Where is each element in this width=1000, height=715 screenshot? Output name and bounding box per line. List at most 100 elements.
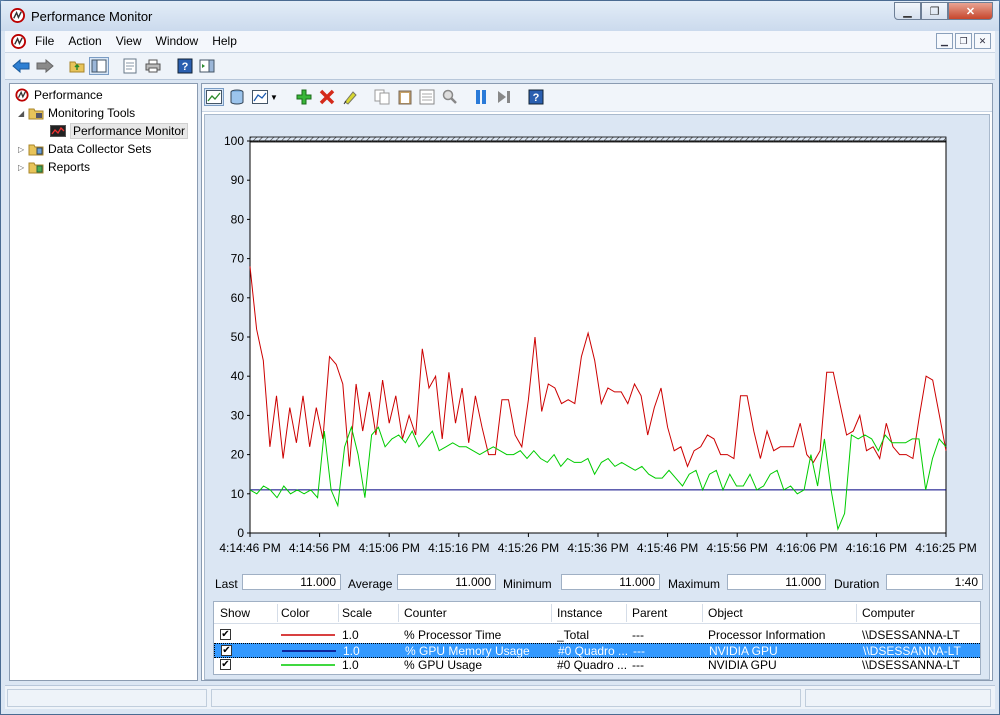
series-color-swatch [281,634,335,636]
counter-legend-table: Show Color Scale Counter Instance Parent… [213,601,981,675]
back-button[interactable] [11,57,31,75]
graph-type-icon [252,90,268,104]
y-tick-label: 30 [231,408,245,422]
graph-type-dropdown[interactable]: ▼ [269,88,279,106]
paste-counter-list-button[interactable] [395,88,415,106]
graph-view-icon [206,90,222,104]
x-tick-label: 4:15:56 PM [707,541,768,555]
menu-action[interactable]: Action [68,34,101,48]
statistics-bar: Last 11.000 Average 11.000 Minimum 11.00… [213,573,983,593]
expand-triangle-icon[interactable]: ▷ [18,145,28,154]
child-minimize-button[interactable]: ▁ [936,33,953,49]
legend-row-selected[interactable]: ✔ 1.0 % GPU Memory Usage #0 Quadro ... -… [214,643,980,658]
status-segment [805,689,991,707]
legend-row[interactable]: ✔ 1.0 % GPU Usage #0 Quadro ... --- NVID… [214,658,980,673]
time-bar [249,136,947,143]
minimum-label: Minimum [503,577,552,591]
title-bar: Performance Monitor ▁ ❐ ✕ [1,1,999,31]
properties-button[interactable] [120,57,140,75]
print-button[interactable] [143,57,163,75]
x-tick-label: 4:16:16 PM [846,541,907,555]
highlight-button[interactable] [340,88,360,106]
close-button[interactable]: ✕ [948,2,993,20]
tree-item-label: Performance Monitor [70,123,189,139]
console-tree-icon [91,59,107,73]
properties-button-2[interactable] [417,88,437,106]
performance-line-chart[interactable]: 1009080706050403020100 4:14:46 PM 4:14:56… [205,115,989,565]
tree-item-performance[interactable]: Performance [14,86,103,104]
perfmon-menu-icon[interactable] [11,34,26,49]
x-tick-label: 4:15:26 PM [498,541,559,555]
tree-item-data-collector-sets[interactable]: ▷ Data Collector Sets [18,140,151,158]
maximize-button[interactable]: ❐ [921,2,948,20]
clipboard-icon [398,90,412,105]
last-value: 11.000 [242,574,341,590]
tree-item-monitoring-tools[interactable]: ◢ Monitoring Tools [18,104,135,122]
col-color[interactable]: Color [281,606,310,620]
expand-triangle-icon[interactable]: ▷ [18,163,28,172]
x-tick-label: 4:15:16 PM [428,541,489,555]
magnifier-icon [442,89,457,104]
col-parent[interactable]: Parent [632,606,667,620]
folder-up-icon [69,61,85,73]
svg-text:?: ? [182,61,189,73]
forward-button[interactable] [35,57,55,75]
col-scale[interactable]: Scale [342,606,372,620]
y-tick-label: 70 [231,252,245,266]
maximize-icon: ❐ [929,5,940,18]
child-close-button[interactable]: ✕ [974,33,991,49]
scale-cell: 1.0 [343,644,360,658]
x-tick-label: 4:14:56 PM [289,541,350,555]
menu-file[interactable]: File [35,34,54,48]
tree-item-label: Data Collector Sets [48,142,152,156]
show-action-pane-button[interactable] [197,57,217,75]
close-icon: ✕ [965,5,976,18]
child-restore-button[interactable]: ❐ [955,33,972,49]
view-log-data-button[interactable] [227,88,247,106]
minimize-button[interactable]: ▁ [894,2,921,20]
x-tick-label: 4:16:06 PM [776,541,837,555]
help-icon: ? [177,58,193,74]
duration-value: 1:40 [886,574,983,590]
col-computer[interactable]: Computer [862,606,915,620]
view-current-activity-button[interactable] [204,88,224,106]
zoom-button[interactable] [440,88,460,106]
tree-item-label: Monitoring Tools [48,106,136,120]
legend-header-row: Show Color Scale Counter Instance Parent… [214,602,980,624]
col-instance[interactable]: Instance [557,606,602,620]
freeze-display-button[interactable] [471,88,491,106]
menu-help[interactable]: Help [212,34,237,48]
help-button[interactable]: ? [175,57,195,75]
col-show[interactable]: Show [220,606,250,620]
show-checkbox[interactable]: ✔ [220,659,231,670]
instance-cell: #0 Quadro ... [558,644,629,658]
show-checkbox[interactable]: ✔ [220,629,231,640]
plot-area [249,140,947,534]
update-data-button[interactable] [494,88,514,106]
add-counter-button[interactable] [294,88,314,106]
menu-view[interactable]: View [116,34,142,48]
chevron-down-icon: ▼ [270,92,278,102]
y-tick-label: 20 [231,448,245,462]
delete-counter-button[interactable] [317,88,337,106]
tree-item-reports[interactable]: ▷ Reports [18,158,90,176]
tree-item-performance-monitor[interactable]: Performance Monitor [50,122,189,140]
col-object[interactable]: Object [708,606,743,620]
perfmon-app-icon [10,8,25,23]
legend-row[interactable]: ✔ 1.0 % Processor Time _Total --- Proces… [214,628,980,643]
col-counter[interactable]: Counter [404,606,447,620]
pause-icon [476,90,486,104]
show-hide-console-tree-button[interactable] [89,57,109,75]
menu-window[interactable]: Window [156,34,199,48]
copy-icon [374,89,390,105]
average-label: Average [348,577,393,591]
copy-properties-button[interactable] [372,88,392,106]
change-graph-type-button[interactable] [250,88,270,106]
parent-cell: --- [633,644,645,658]
graph-help-button[interactable]: ? [526,88,546,106]
up-folder-button[interactable] [67,57,87,75]
minimum-value: 11.000 [561,574,660,590]
computer-cell: \\DSESSANNA-LT [863,644,961,658]
show-checkbox[interactable]: ✔ [221,645,232,656]
collapse-triangle-icon[interactable]: ◢ [18,109,28,118]
